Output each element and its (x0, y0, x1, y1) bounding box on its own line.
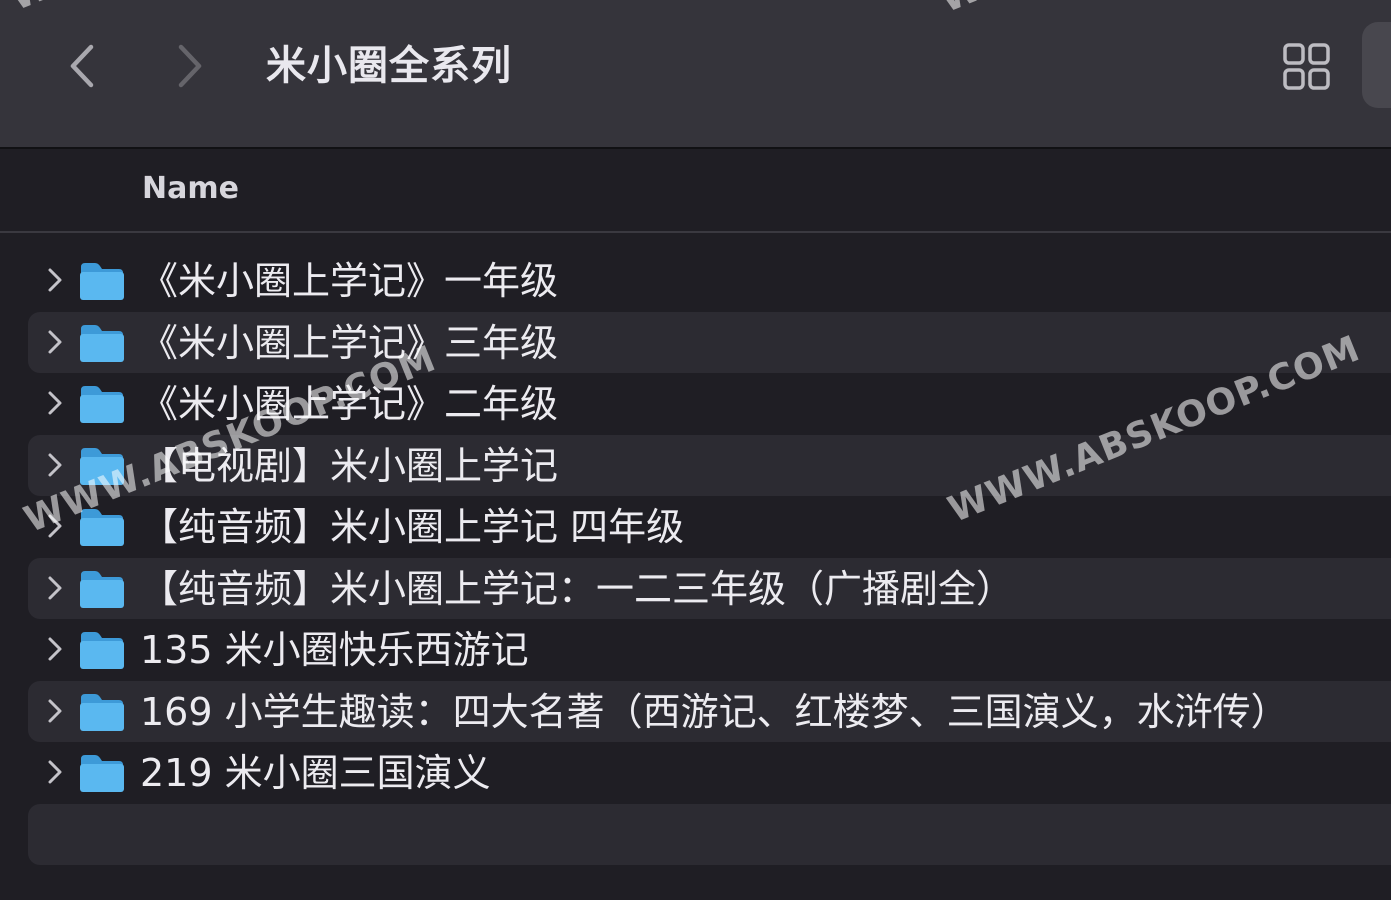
folder-icon (80, 693, 124, 731)
forward-button[interactable] (170, 38, 210, 94)
list-item[interactable]: 【纯音频】米小圈上学记 四年级 (28, 496, 1391, 558)
item-name: 219 米小圈三国演义 (140, 751, 491, 795)
chevron-right-icon (48, 760, 62, 784)
folder-icon (80, 447, 124, 485)
toolbar: 米小圈全系列 (0, 0, 1391, 149)
name-column-header[interactable]: Name (142, 169, 239, 209)
disclosure-triangle[interactable] (44, 265, 66, 295)
chevron-right-icon (48, 268, 62, 292)
list-item[interactable]: 219 米小圈三国演义 (28, 742, 1391, 804)
chevron-right-icon (48, 576, 62, 599)
column-header: Name (0, 149, 1391, 233)
list-item[interactable]: 169 小学生趣读：四大名著（西游记、红楼梦、三国演义，水浒传） (28, 680, 1391, 742)
folder-icon (80, 386, 124, 423)
item-name: 【电视剧】米小圈上学记 (140, 443, 559, 488)
list-item[interactable]: 135 米小圈快乐西游记 (28, 619, 1391, 681)
back-button[interactable] (62, 38, 102, 94)
chevron-right-icon (48, 330, 62, 353)
list-item[interactable]: 【电视剧】米小圈上学记 (28, 434, 1391, 496)
folder-icon (80, 632, 124, 669)
file-list: 《米小圈上学记》一年级 《米小圈上学记》三年级 《米小圈上学记》二年级 【电视剧】米小… (0, 250, 1391, 865)
chevron-right-icon (48, 637, 62, 661)
disclosure-triangle[interactable] (44, 634, 66, 664)
disclosure-triangle[interactable] (44, 327, 66, 357)
list-item[interactable]: 《米小圈上学记》三年级 (28, 311, 1391, 373)
chevron-right-icon (48, 453, 62, 476)
window-title: 米小圈全系列 (266, 43, 512, 89)
disclosure-triangle[interactable] (44, 573, 66, 603)
chevron-right-icon (48, 391, 62, 415)
disclosure-triangle[interactable] (44, 450, 66, 480)
item-name: 【纯音频】米小圈上学记：一二三年级（广播剧全） (140, 566, 1015, 611)
item-name: 《米小圈上学记》一年级 (140, 259, 559, 303)
chevron-right-icon (178, 44, 202, 88)
disclosure-triangle[interactable] (44, 388, 66, 418)
folder-icon (80, 324, 124, 362)
chevron-right-icon (48, 699, 62, 722)
grid-view-icon (1283, 43, 1330, 90)
toolbar-group-button[interactable] (1362, 22, 1391, 108)
list-item[interactable]: 《米小圈上学记》二年级 (28, 373, 1391, 435)
disclosure-triangle[interactable] (44, 696, 66, 726)
item-name: 《米小圈上学记》二年级 (140, 382, 559, 426)
item-name: 【纯音频】米小圈上学记 四年级 (140, 505, 685, 549)
finder-window: 米小圈全系列 Name 《米小圈上学记》一年级 《米小圈上学记》三年级 《米小圈上学… (0, 0, 1391, 900)
disclosure-triangle[interactable] (44, 757, 66, 787)
folder-icon (80, 755, 124, 792)
chevron-right-icon (48, 514, 62, 538)
grid-view-button[interactable] (1282, 42, 1332, 92)
item-name: 《米小圈上学记》三年级 (140, 320, 559, 365)
list-item[interactable]: 【纯音频】米小圈上学记：一二三年级（广播剧全） (28, 557, 1391, 619)
empty-row (28, 803, 1391, 865)
folder-icon (80, 509, 124, 546)
chevron-left-icon (70, 44, 94, 88)
disclosure-triangle[interactable] (44, 511, 66, 541)
item-name: 135 米小圈快乐西游记 (140, 628, 529, 672)
item-name: 169 小学生趣读：四大名著（西游记、红楼梦、三国演义，水浒传） (140, 689, 1289, 734)
folder-icon (80, 263, 124, 300)
folder-icon (80, 570, 124, 608)
list-item[interactable]: 《米小圈上学记》一年级 (28, 250, 1391, 312)
